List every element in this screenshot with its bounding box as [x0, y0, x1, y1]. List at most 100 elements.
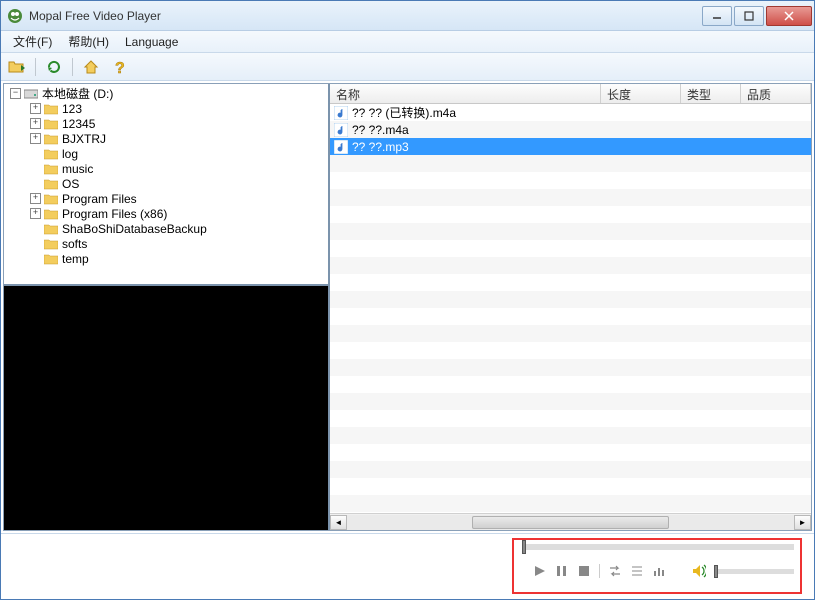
collapse-icon[interactable]: −: [10, 88, 21, 99]
empty-row: [330, 410, 811, 427]
tree-item[interactable]: +12345: [6, 116, 326, 131]
control-row: [533, 564, 794, 578]
control-separator: [599, 564, 600, 578]
folder-icon: [44, 148, 58, 160]
tree-item-label: BJXTRJ: [62, 132, 106, 146]
scroll-thumb[interactable]: [472, 516, 669, 529]
tree-item[interactable]: OS: [6, 176, 326, 191]
tree-line: [30, 238, 41, 249]
tree-item-label: 12345: [62, 117, 95, 131]
expand-icon[interactable]: +: [30, 118, 41, 129]
toolbar-separator: [35, 58, 36, 76]
empty-row: [330, 444, 811, 461]
audio-file-icon: [334, 123, 348, 137]
col-quality[interactable]: 品质: [741, 84, 811, 103]
menu-language[interactable]: Language: [117, 33, 186, 51]
expand-icon[interactable]: +: [30, 103, 41, 114]
tree-item-label: music: [62, 162, 93, 176]
tree-line: [30, 178, 41, 189]
tree-root-label: 本地磁盘 (D:): [42, 85, 113, 102]
help-button[interactable]: ?: [107, 57, 127, 77]
pause-button[interactable]: [555, 564, 569, 578]
toolbar: ?: [1, 53, 814, 81]
repeat-button[interactable]: [608, 564, 622, 578]
tree-item[interactable]: + BJXTRJ: [6, 131, 326, 146]
seek-thumb[interactable]: [522, 540, 526, 554]
play-button[interactable]: [533, 564, 547, 578]
audio-file-icon: [334, 140, 348, 154]
tree-item-label: 123: [62, 102, 82, 116]
tree-root[interactable]: − 本地磁盘 (D:): [6, 86, 326, 101]
menu-help[interactable]: 帮助(H): [60, 31, 117, 52]
window-title: Mopal Free Video Player: [29, 9, 700, 23]
empty-row: [330, 172, 811, 189]
empty-row: [330, 155, 811, 172]
file-row[interactable]: ?? ??.m4a: [330, 121, 811, 138]
expand-icon[interactable]: +: [30, 208, 41, 219]
tree-item-label: OS: [62, 177, 79, 191]
audio-file-icon: [334, 106, 348, 120]
col-name[interactable]: 名称: [330, 84, 601, 103]
menu-file[interactable]: 文件(F): [5, 31, 60, 52]
tree-item[interactable]: log: [6, 146, 326, 161]
refresh-button[interactable]: [44, 57, 64, 77]
empty-row: [330, 359, 811, 376]
seek-bar[interactable]: [522, 544, 794, 550]
close-button[interactable]: [766, 6, 812, 26]
scroll-right-button[interactable]: ►: [794, 515, 811, 530]
stop-button[interactable]: [577, 564, 591, 578]
folder-icon: [44, 193, 58, 205]
file-row[interactable]: ?? ?? (已转换).m4a: [330, 104, 811, 121]
folder-tree[interactable]: − 本地磁盘 (D:) +123+12345+BJXTRJlogmusicOS+…: [4, 84, 328, 284]
open-folder-button[interactable]: [7, 57, 27, 77]
tree-item[interactable]: + Program Files: [6, 191, 326, 206]
drive-icon: [24, 88, 38, 100]
col-type[interactable]: 类型: [681, 84, 741, 103]
empty-row: [330, 189, 811, 206]
tree-item-label: Program Files: [62, 192, 137, 206]
horizontal-scrollbar[interactable]: ◄ ►: [330, 513, 811, 530]
playlist-button[interactable]: [630, 564, 644, 578]
right-pane: 名称 长度 类型 品质 ?? ?? (已转换).m4a ?? ??.m4a?? ?…: [330, 84, 811, 530]
folder-icon: [44, 208, 58, 220]
volume-thumb[interactable]: [714, 565, 718, 578]
window-buttons: [700, 6, 812, 26]
file-list[interactable]: ?? ?? (已转换).m4a ?? ??.m4a?? ??.mp3: [330, 104, 811, 513]
home-button[interactable]: [81, 57, 101, 77]
folder-icon: [44, 163, 58, 175]
toolbar-separator: [72, 58, 73, 76]
expand-icon[interactable]: +: [30, 193, 41, 204]
file-row[interactable]: ?? ??.mp3: [330, 138, 811, 155]
col-length[interactable]: 长度: [601, 84, 681, 103]
content-area: − 本地磁盘 (D:) +123+12345+BJXTRJlogmusicOS+…: [3, 83, 812, 531]
tree-line: [30, 223, 41, 234]
minimize-button[interactable]: [702, 6, 732, 26]
empty-row: [330, 393, 811, 410]
volume-icon[interactable]: [692, 564, 706, 578]
folder-icon: [44, 118, 58, 130]
empty-row: [330, 206, 811, 223]
tree-item-label: log: [62, 147, 78, 161]
folder-icon: [44, 223, 58, 235]
tree-item[interactable]: +Program Files (x86): [6, 206, 326, 221]
empty-row: [330, 495, 811, 512]
tree-item[interactable]: ShaBoShiDatabaseBackup: [6, 221, 326, 236]
svg-text:?: ?: [115, 60, 125, 75]
tree-item[interactable]: temp: [6, 251, 326, 266]
tree-item[interactable]: softs: [6, 236, 326, 251]
scroll-left-button[interactable]: ◄: [330, 515, 347, 530]
left-pane: − 本地磁盘 (D:) +123+12345+BJXTRJlogmusicOS+…: [4, 84, 330, 530]
tree-item[interactable]: +123: [6, 101, 326, 116]
player-controls: [1, 533, 814, 599]
tree-item[interactable]: music: [6, 161, 326, 176]
scroll-track[interactable]: [347, 515, 794, 530]
app-icon: [7, 8, 23, 24]
folder-icon: [44, 238, 58, 250]
expand-icon[interactable]: +: [30, 133, 41, 144]
equalizer-button[interactable]: [652, 564, 666, 578]
app-window: Mopal Free Video Player 文件(F) 帮助(H) Lang…: [0, 0, 815, 600]
tree-item-label: temp: [62, 252, 89, 266]
file-name: ?? ??.m4a: [352, 123, 409, 137]
maximize-button[interactable]: [734, 6, 764, 26]
volume-slider[interactable]: [714, 569, 794, 574]
